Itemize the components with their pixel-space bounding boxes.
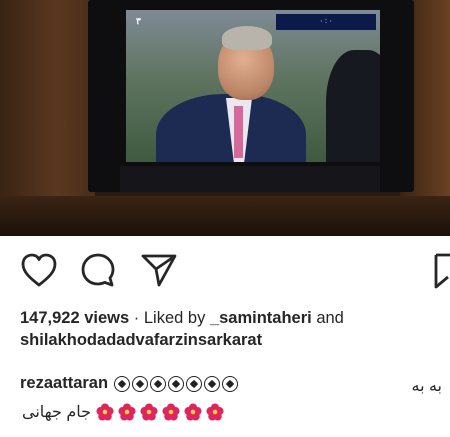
hibiscus-icon [205, 403, 224, 421]
bystander-silhouette [326, 50, 380, 162]
soccer-ball-icon [167, 375, 184, 392]
soccer-ball-icon [203, 375, 220, 392]
separator-dot: · [133, 309, 144, 327]
share-icon[interactable] [140, 252, 178, 288]
hibiscus-icon [117, 403, 136, 421]
tv-base [120, 166, 380, 192]
bookmark-icon[interactable] [432, 252, 450, 290]
coach-hair [222, 26, 272, 50]
caption-text-rtl: به به [411, 378, 442, 395]
soccer-ball-icon [185, 375, 202, 392]
caption-text-world-cup: جام جهانی [22, 404, 92, 421]
views-and-likes: 147,922 views · Liked by _samintaheri an… [20, 309, 344, 328]
post-video[interactable]: ۳ ۰ : ۰ [0, 0, 450, 236]
soccer-ball-emojis [113, 375, 239, 393]
heart-icon[interactable] [20, 252, 58, 288]
hibiscus-icon [183, 403, 202, 421]
channel-logo: ۳ [136, 16, 141, 26]
post-action-bar [0, 252, 450, 292]
caption-line-1: rezaattaran به به [20, 374, 442, 398]
likers-others[interactable]: shilakhodadadvafarzinsarkarat [20, 331, 262, 350]
view-count[interactable]: 147,922 views [20, 309, 129, 327]
comment-icon[interactable] [80, 252, 116, 288]
hibiscus-icon [161, 403, 180, 421]
and-label: and [316, 309, 344, 327]
soccer-ball-icon [149, 375, 166, 392]
score-text: ۰ : ۰ [319, 18, 333, 25]
caption-line-2: جام جهانی [20, 402, 228, 426]
caption-username[interactable]: rezaattaran [20, 374, 108, 392]
scoreboard: ۰ : ۰ [276, 14, 376, 30]
tv-cabinet [0, 196, 450, 236]
soccer-ball-icon [221, 375, 238, 392]
tv-screen: ۳ ۰ : ۰ [126, 10, 380, 162]
liker-username[interactable]: _samintaheri [210, 309, 312, 327]
soccer-ball-icon [113, 375, 130, 392]
soccer-ball-icon [131, 375, 148, 392]
liked-by-label: Liked by [143, 309, 206, 327]
hibiscus-emojis [95, 403, 228, 421]
hibiscus-icon [95, 403, 114, 421]
hibiscus-icon [139, 403, 158, 421]
coach-tie [234, 106, 243, 158]
